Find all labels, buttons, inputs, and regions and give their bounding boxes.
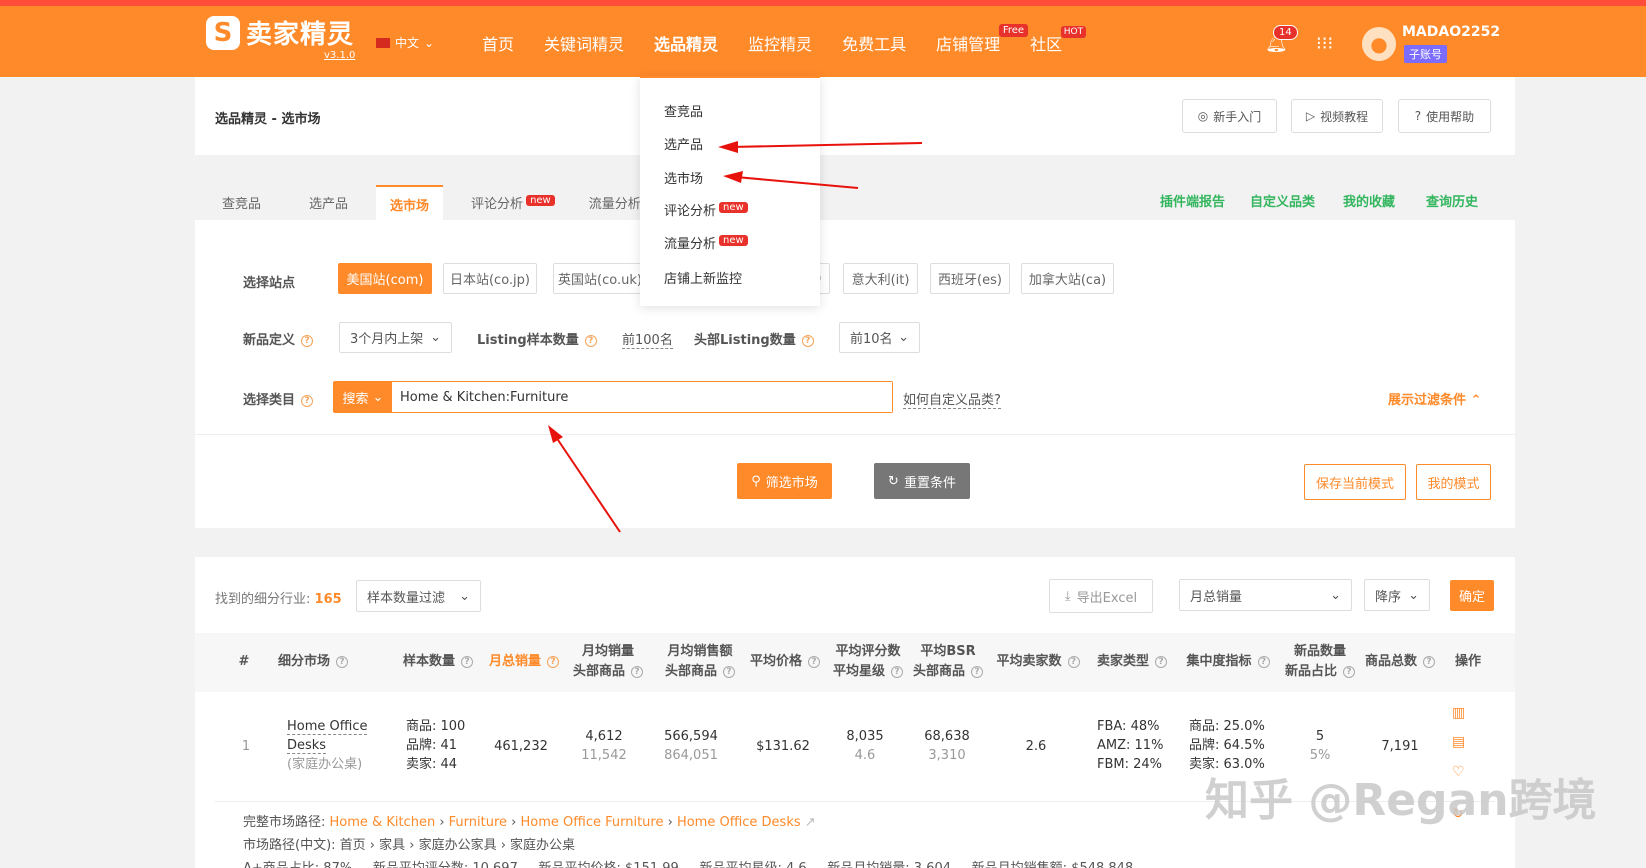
col-new-products[interactable]: 新品数量 新品占比? (1280, 642, 1360, 682)
confirm-button[interactable]: 确定 (1450, 580, 1494, 611)
col-index: # (238, 654, 250, 669)
row-index: 1 (241, 739, 251, 754)
avg-sellers: 2.6 (1025, 739, 1047, 754)
chevron-down-icon: ⌄ (1408, 587, 1419, 603)
col-avg-price[interactable]: 平均价格? (745, 652, 825, 672)
watermark: 知乎 @Regan跨境 (1205, 775, 1597, 826)
arrow-line (729, 142, 923, 148)
new-product-stats: A+商品占比: 87% 新品平均评分数: 10,697 新品平均价格: $151… (243, 857, 1133, 868)
avg-bsr: 68,638 3,310 (924, 729, 970, 763)
col-avg-sellers[interactable]: 平均卖家数? (993, 652, 1083, 672)
full-market-path: 完整市场路径: Home & Kitchen › Furniture › Hom… (243, 815, 816, 830)
chart-icon[interactable]: ▥ (1452, 705, 1465, 721)
new-products: 5 5% (1309, 729, 1331, 763)
found-count: 找到的细分行业: 165 (215, 592, 342, 607)
total-products: 7,191 (1381, 739, 1419, 754)
monthly-sales: 461,232 (494, 739, 548, 754)
seller-types: FBA: 48% AMZ: 11% FBM: 24% (1097, 719, 1164, 772)
avg-price: $131.62 (756, 739, 810, 754)
path-link[interactable]: Home Office Furniture (521, 815, 664, 830)
sort-field-select[interactable]: 月总销量 ⌄ (1179, 579, 1352, 611)
export-excel-button[interactable]: ⤓ 导出Excel (1049, 579, 1153, 613)
col-avg-sales[interactable]: 月均销量 头部商品? (568, 642, 648, 682)
sample-filter-select[interactable]: 样本数量过滤 ⌄ (356, 580, 481, 612)
sample-counts: 商品: 100 品牌: 41 卖家: 44 (406, 719, 466, 772)
col-total-products[interactable]: 商品总数? (1360, 652, 1440, 672)
arrow-head (718, 141, 738, 153)
path-link[interactable]: Home & Kitchen (330, 815, 436, 830)
arrow-head (723, 171, 743, 183)
path-link[interactable]: Furniture (449, 815, 507, 830)
chevron-down-icon: ⌄ (459, 588, 470, 604)
path-link[interactable]: Home Office Desks (677, 815, 801, 830)
chevron-down-icon: ⌄ (1330, 587, 1341, 603)
col-avg-bsr[interactable]: 平均BSR 头部商品? (908, 642, 988, 682)
sort-order-select[interactable]: 降序 ⌄ (1364, 579, 1430, 611)
download-icon: ⤓ (1064, 588, 1071, 604)
col-monthly-sales[interactable]: 月总销量? (486, 652, 562, 672)
arrow-line (555, 436, 621, 533)
col-avg-reviews[interactable]: 平均评分数 平均星级? (828, 642, 908, 682)
avg-revenue: 566,594 864,051 (664, 729, 718, 763)
avg-sales: 4,612 11,542 (581, 729, 627, 763)
col-sample[interactable]: 样本数量? (400, 652, 476, 672)
col-concentration[interactable]: 集中度指标? (1183, 652, 1273, 672)
external-link-icon: ↗ (804, 815, 816, 830)
cn-market-path: 市场路径(中文): 首页 › 家具 › 家庭办公家具 › 家庭办公桌 (243, 838, 576, 853)
document-icon[interactable]: ▤ (1452, 734, 1465, 750)
col-avg-revenue[interactable]: 月均销售额 头部商品? (655, 642, 745, 682)
arrow-line (735, 176, 859, 189)
col-actions: 操作 (1454, 654, 1481, 669)
avg-reviews: 8,035 4.6 (846, 729, 884, 763)
arrow-head (548, 425, 563, 443)
market-name-link[interactable]: Home Office Desks (家庭办公桌) (287, 717, 368, 774)
col-seller-type[interactable]: 卖家类型? (1092, 652, 1172, 672)
col-market[interactable]: 细分市场? (273, 652, 353, 672)
